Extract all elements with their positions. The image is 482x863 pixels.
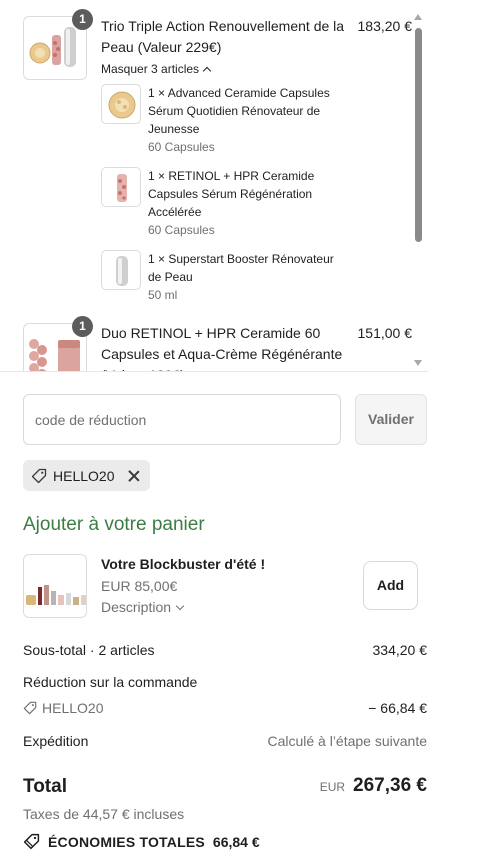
quantity-badge: 1 [72, 9, 93, 30]
upsell-thumbnail [23, 554, 87, 618]
savings-value: 66,84 € [212, 833, 260, 850]
total-currency: EUR [319, 780, 346, 794]
toggle-label: Masquer 3 articles [101, 62, 200, 76]
order-discount-code: HELLO20 [42, 700, 104, 716]
bundle-item-name: 1 × Advanced Ceramide Capsules Sérum Quo… [148, 86, 330, 136]
product-title: Trio Triple Action Renouvellement de la … [101, 18, 345, 55]
scroll-arrow-icon[interactable] [414, 360, 422, 366]
scroll-arrow-icon[interactable] [414, 14, 422, 20]
chevron-down-icon [175, 601, 185, 610]
subtotal-label: Sous-total · 2 articles [23, 642, 155, 658]
bundle-item-thumbnail [101, 250, 141, 290]
bundle-item-text: 1 × RETINOL + HPR Ceramide Capsules Séru… [148, 167, 343, 239]
scrollbar[interactable] [412, 10, 424, 370]
upsell-product-price: EUR 85,00€ [101, 578, 178, 594]
upsell-product-name: Votre Blockbuster d'été ! [101, 556, 266, 572]
apply-discount-button[interactable]: Valider [355, 394, 427, 445]
bundle-item: 1 × RETINOL + HPR Ceramide Capsules Séru… [101, 167, 351, 241]
total-savings: ÉCONOMIES TOTALES 66,84 € [23, 833, 260, 850]
add-upsell-button[interactable]: Add [363, 561, 418, 610]
applied-code: HELLO20 [53, 467, 115, 484]
tag-icon [23, 833, 40, 850]
subtotal-value: 334,20 € [372, 642, 428, 658]
cart-line-items[interactable]: 1 Trio Triple Action Renouvellement de l… [0, 0, 428, 372]
order-discount-code-row: HELLO20 [23, 700, 103, 716]
bundle-item-unit: 60 Capsules [148, 223, 215, 237]
description-toggle[interactable]: Description [101, 599, 185, 615]
savings-label: ÉCONOMIES TOTALES [48, 833, 205, 850]
bundle-item-thumbnail [101, 84, 141, 124]
bundle-item-name: 1 × Superstart Booster Rénovateur de Pea… [148, 252, 334, 284]
chevron-up-icon [202, 66, 212, 75]
bundle-item: 1 × Superstart Booster Rénovateur de Pea… [101, 250, 351, 310]
bundle-item-unit: 50 ml [148, 288, 178, 302]
bundle-item-text: 1 × Superstart Booster Rénovateur de Pea… [148, 250, 343, 304]
tag-icon [23, 701, 37, 715]
hide-items-toggle[interactable]: Masquer 3 articles [101, 62, 212, 76]
bundle-item-name: 1 × RETINOL + HPR Ceramide Capsules Séru… [148, 169, 315, 219]
order-discount-value: − 66,84 € [368, 700, 427, 716]
cart-item-trio: 1 Trio Triple Action Renouvellement de l… [0, 0, 412, 320]
order-discount-label: Réduction sur la commande [23, 674, 198, 690]
product-price: 151,00 € [357, 325, 413, 341]
total-amount: 267,36 € [353, 775, 427, 796]
total-value: EUR 267,36 € [320, 775, 427, 797]
shipping-label: Expédition [23, 733, 89, 749]
bundle-item-unit: 60 Capsules [148, 140, 215, 154]
shipping-value: Calculé à l’étape suivante [267, 733, 427, 749]
scrollbar-thumb[interactable] [415, 28, 422, 242]
upsell-heading: Ajouter à votre panier [23, 514, 205, 535]
bundle-item: 1 × Advanced Ceramide Capsules Sérum Quo… [101, 84, 351, 158]
product-price: 183,20 € [357, 18, 413, 34]
tag-icon [31, 468, 47, 483]
bundle-item-text: 1 × Advanced Ceramide Capsules Sérum Quo… [148, 84, 343, 156]
cart-item-duo: 1 Duo RETINOL + HPR Ceramide 60 Capsules… [0, 316, 413, 371]
product-title: Duo RETINOL + HPR Ceramide 60 Capsules e… [101, 325, 343, 371]
taxes-note: Taxes de 44,57 € incluses [23, 806, 185, 822]
applied-discount-chip: HELLO20 [23, 460, 151, 491]
bundle-item-thumbnail [101, 167, 141, 207]
discount-code-input[interactable] [23, 394, 341, 445]
total-label: Total [23, 776, 67, 797]
quantity-badge: 1 [72, 316, 93, 337]
close-icon[interactable] [128, 470, 140, 482]
description-label: Description [101, 599, 172, 615]
